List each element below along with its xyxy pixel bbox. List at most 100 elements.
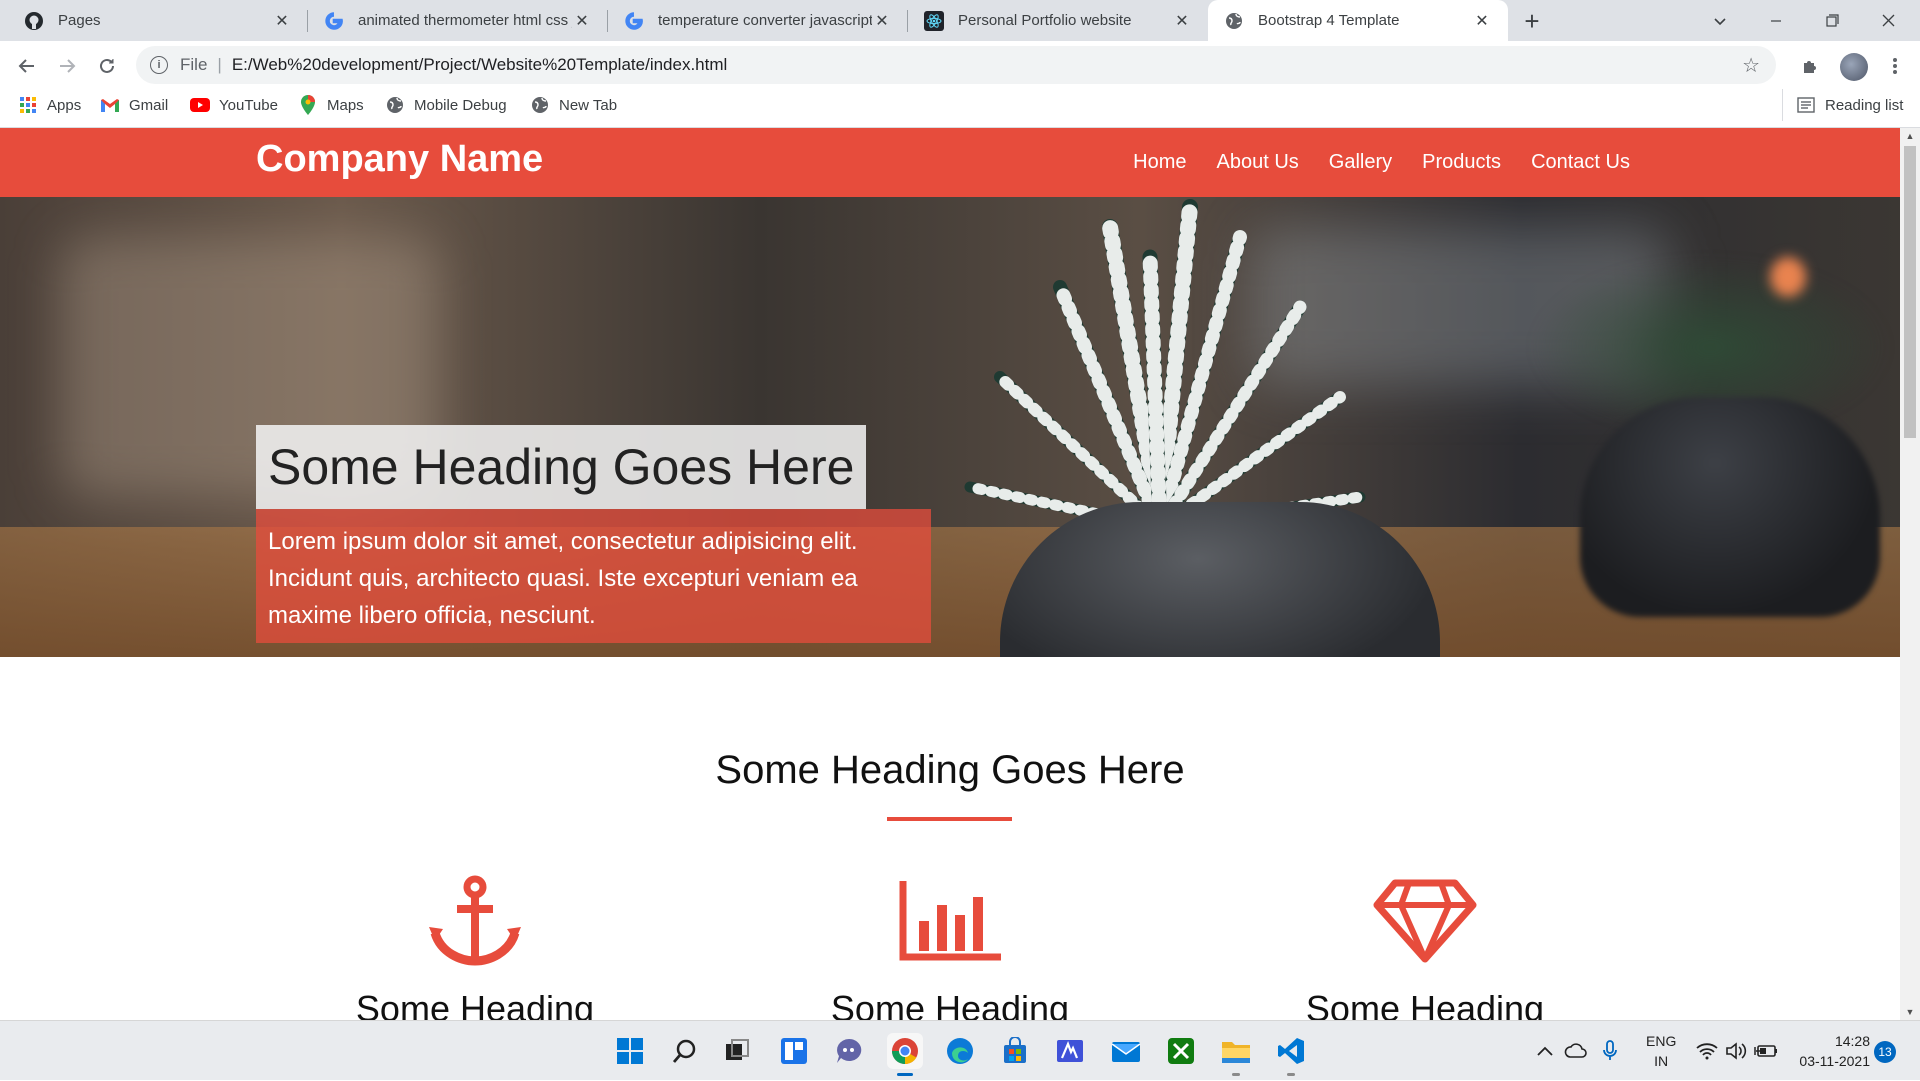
start-icon[interactable]: [612, 1033, 648, 1069]
nav-contact-us[interactable]: Contact Us: [1531, 151, 1630, 174]
active-indicator: [897, 1073, 913, 1076]
close-icon[interactable]: ✕: [1172, 11, 1192, 31]
close-icon[interactable]: ✕: [1472, 11, 1492, 31]
url-text[interactable]: E:/Web%20development/Project/Website%20T…: [232, 55, 727, 75]
nav-links: Home About Us Gallery Products Contact U…: [1103, 128, 1630, 197]
info-icon[interactable]: i: [150, 56, 168, 74]
arrow-right-icon: [60, 59, 76, 73]
avatar[interactable]: [1840, 53, 1868, 81]
forward-button[interactable]: [52, 51, 82, 81]
bookmark-label: YouTube: [219, 96, 278, 114]
widgets-icon[interactable]: [776, 1033, 812, 1069]
scroll-up-icon[interactable]: ▲: [1900, 128, 1920, 144]
notification-badge[interactable]: 13: [1874, 1041, 1896, 1063]
tab-strip: Pages ✕ animated thermometer html css j …: [0, 0, 1920, 41]
store-icon[interactable]: [997, 1033, 1033, 1069]
close-icon[interactable]: ✕: [272, 11, 292, 31]
arrow-left-icon: [18, 59, 34, 73]
tab-title: Pages: [58, 12, 101, 29]
puzzle-icon: [1804, 61, 1816, 73]
wifi-icon[interactable]: [1696, 1021, 1718, 1081]
tab-pages[interactable]: Pages ✕: [8, 0, 308, 41]
background-light: [1770, 257, 1806, 297]
nav-products[interactable]: Products: [1422, 151, 1501, 174]
tab-bootstrap-template[interactable]: Bootstrap 4 Template ✕: [1208, 0, 1508, 41]
search-icon[interactable]: [667, 1033, 703, 1069]
bookmark-youtube[interactable]: YouTube: [190, 89, 278, 121]
tab-animated-thermometer[interactable]: animated thermometer html css j ✕: [308, 0, 608, 41]
maps-icon: [298, 95, 318, 115]
close-icon[interactable]: ✕: [572, 11, 592, 31]
tab-personal-portfolio[interactable]: Personal Portfolio website ✕: [908, 0, 1208, 41]
close-window-button[interactable]: [1860, 0, 1916, 41]
nav-about-us[interactable]: About Us: [1217, 151, 1299, 174]
task-view-icon[interactable]: [719, 1033, 755, 1069]
bookmark-star-icon[interactable]: ☆: [1742, 53, 1760, 78]
edge-icon[interactable]: [942, 1033, 978, 1069]
tab-search-button[interactable]: [1692, 0, 1748, 41]
anchor-icon: [315, 873, 635, 968]
system-clock[interactable]: 14:28 03-11-2021: [1790, 1031, 1870, 1071]
teams-chat-icon[interactable]: [831, 1033, 867, 1069]
tab-title: Personal Portfolio website: [958, 12, 1132, 29]
menu-button[interactable]: [1880, 51, 1910, 81]
app-icon[interactable]: [1052, 1033, 1088, 1069]
mail-icon[interactable]: [1108, 1033, 1144, 1069]
bookmark-label: Apps: [47, 96, 82, 114]
running-indicator: [1232, 1073, 1240, 1076]
nav-home[interactable]: Home: [1133, 151, 1186, 174]
tab-title: temperature converter javascript: [658, 12, 872, 29]
brand-logo[interactable]: Company Name: [256, 138, 543, 181]
background-pot: [1580, 397, 1880, 617]
minimize-button[interactable]: [1748, 0, 1804, 41]
onedrive-icon[interactable]: [1564, 1021, 1588, 1081]
gmail-icon: [100, 95, 120, 115]
scrollbar-thumb[interactable]: [1904, 146, 1916, 438]
bookmark-mobile-debug[interactable]: Mobile Debug: [385, 89, 507, 121]
show-hidden-icons[interactable]: [1536, 1021, 1554, 1081]
vscode-icon[interactable]: [1273, 1033, 1309, 1076]
microphone-icon[interactable]: [1602, 1021, 1618, 1081]
chrome-icon[interactable]: [887, 1033, 923, 1076]
bookmark-apps[interactable]: Apps: [18, 89, 81, 121]
bookmark-maps[interactable]: Maps: [298, 89, 364, 121]
section-heading: Some Heading Goes Here: [715, 748, 1185, 792]
language-indicator[interactable]: ENG IN: [1646, 1021, 1676, 1081]
chevron-up-icon: [1537, 1046, 1553, 1056]
youtube-icon: [190, 95, 210, 115]
language-region: IN: [1654, 1053, 1669, 1069]
restore-button[interactable]: [1804, 0, 1860, 41]
reading-list-button[interactable]: Reading list: [1782, 89, 1903, 121]
xbox-icon[interactable]: [1163, 1033, 1199, 1069]
feature-card: Some Heading: [1265, 873, 1585, 1020]
tab-temperature-converter[interactable]: temperature converter javascript ✕: [608, 0, 908, 41]
reload-button[interactable]: [92, 51, 122, 81]
clock-date: 03-11-2021: [1799, 1053, 1870, 1069]
close-icon[interactable]: ✕: [872, 11, 892, 31]
bookmarks-bar: Apps Gmail YouTube Maps Mobile Debug New…: [0, 89, 1920, 128]
address-bar[interactable]: i File | E:/Web%20development/Project/We…: [136, 46, 1776, 84]
feature-card: Some Heading: [790, 873, 1110, 1020]
battery-icon[interactable]: [1754, 1021, 1778, 1081]
bookmark-label: New Tab: [559, 96, 618, 114]
volume-icon[interactable]: [1725, 1021, 1747, 1081]
page-viewport: Company Name Home About Us Gallery Produ…: [0, 128, 1900, 1020]
extensions-button[interactable]: [1796, 51, 1826, 81]
scroll-down-icon[interactable]: ▼: [1900, 1004, 1920, 1020]
file-explorer-icon[interactable]: [1218, 1033, 1254, 1076]
bookmark-new-tab[interactable]: New Tab: [530, 89, 617, 121]
scheme-label: File: [180, 55, 208, 74]
divider: |: [217, 55, 222, 74]
tab-title: Bootstrap 4 Template: [1258, 12, 1400, 29]
nav-gallery[interactable]: Gallery: [1329, 151, 1392, 174]
bar-chart-icon: [790, 873, 1110, 968]
bookmark-gmail[interactable]: Gmail: [100, 89, 168, 121]
minimize-icon: [1771, 19, 1781, 22]
back-button[interactable]: [12, 51, 42, 81]
globe-icon: [530, 95, 550, 115]
scrollbar[interactable]: ▲ ▼: [1900, 128, 1920, 1020]
succulent-plant-image: [964, 199, 1366, 535]
reading-list-icon: [1797, 97, 1815, 113]
reading-list-label: Reading list: [1825, 96, 1904, 114]
new-tab-button[interactable]: +: [1518, 6, 1546, 36]
